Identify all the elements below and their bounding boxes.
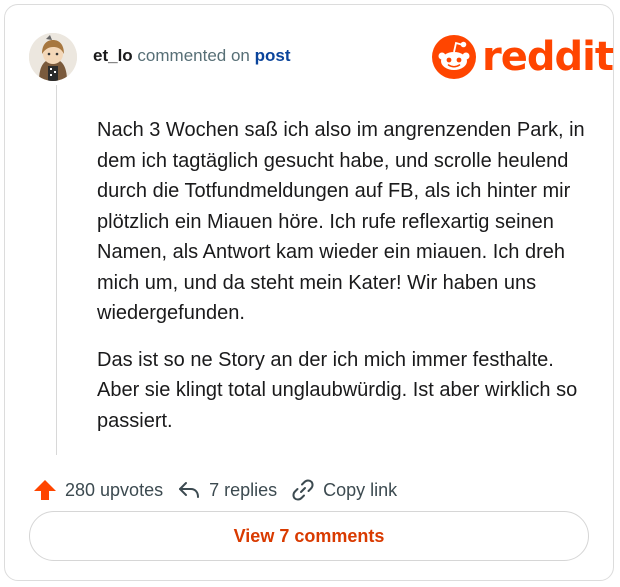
avatar-image <box>29 33 77 81</box>
upvote-arrow-icon <box>34 480 56 500</box>
comment-card: et_lo commented on post reddit Nach 3 Wo… <box>4 4 614 581</box>
view-comments-button[interactable]: View 7 comments <box>29 511 589 561</box>
comment-header: et_lo commented on post <box>93 45 291 67</box>
reddit-wordmark: reddit <box>482 34 614 80</box>
copy-link-button[interactable]: Copy link <box>291 478 397 502</box>
upvote-count: 280 upvotes <box>65 479 164 500</box>
post-link[interactable]: post <box>255 46 291 65</box>
commented-on-text: commented on <box>137 46 250 65</box>
thread-line <box>56 85 57 455</box>
comment-paragraph-1: Nach 3 Wochen saß ich also im angrenzend… <box>97 119 585 324</box>
reddit-logo[interactable]: reddit <box>432 34 614 80</box>
comment-body: Nach 3 Wochen saß ich also im angrenzend… <box>97 115 587 452</box>
comment-paragraph-2: Das ist so ne Story an der ich mich imme… <box>97 348 578 432</box>
avatar[interactable] <box>29 33 77 81</box>
copy-link-label: Copy link <box>323 479 398 500</box>
upvote-button[interactable]: 280 upvotes <box>33 478 163 502</box>
replies-count: 7 replies <box>209 479 278 500</box>
username[interactable]: et_lo <box>93 46 133 65</box>
link-chain-icon <box>292 479 314 501</box>
replies-button[interactable]: 7 replies <box>177 478 277 502</box>
reddit-snoo-icon <box>432 35 476 79</box>
reply-arrow-icon <box>179 482 200 498</box>
action-bar: 280 upvotes 7 replies Copy link <box>33 475 411 505</box>
